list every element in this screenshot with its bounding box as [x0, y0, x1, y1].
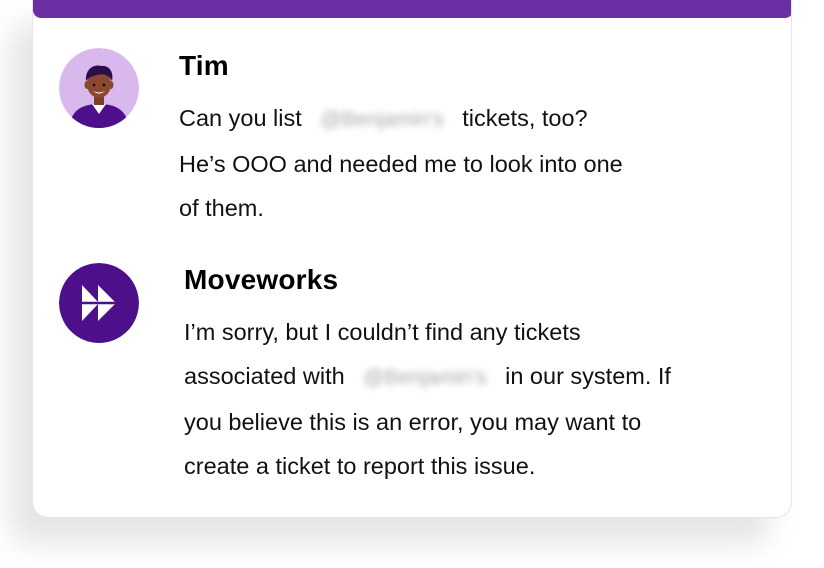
message-moveworks: Moveworks I’m sorry, but I couldn’t find…	[33, 0, 791, 517]
moveworks-logo-graphic	[59, 263, 139, 343]
message-line: you believe this is an error, you may wa…	[184, 409, 642, 435]
message-text: in our system. If	[505, 363, 671, 389]
user-mention[interactable]: @Benjamin's	[351, 356, 498, 400]
moveworks-logo-icon	[59, 263, 139, 343]
sender-name: Moveworks	[184, 264, 339, 295]
message-line: I’m sorry, but I couldn’t find any ticke…	[184, 319, 581, 345]
chat-card: Tim Can you list @Benjamin's tickets, to…	[32, 0, 792, 518]
message-body: I’m sorry, but I couldn’t find any ticke…	[184, 310, 671, 488]
message-line: associated with @Benjamin's in our syste…	[184, 354, 671, 400]
message-line: create a ticket to report this issue.	[184, 453, 536, 479]
message-text: associated with	[184, 363, 345, 389]
chat-stage: Tim Can you list @Benjamin's tickets, to…	[0, 0, 824, 568]
